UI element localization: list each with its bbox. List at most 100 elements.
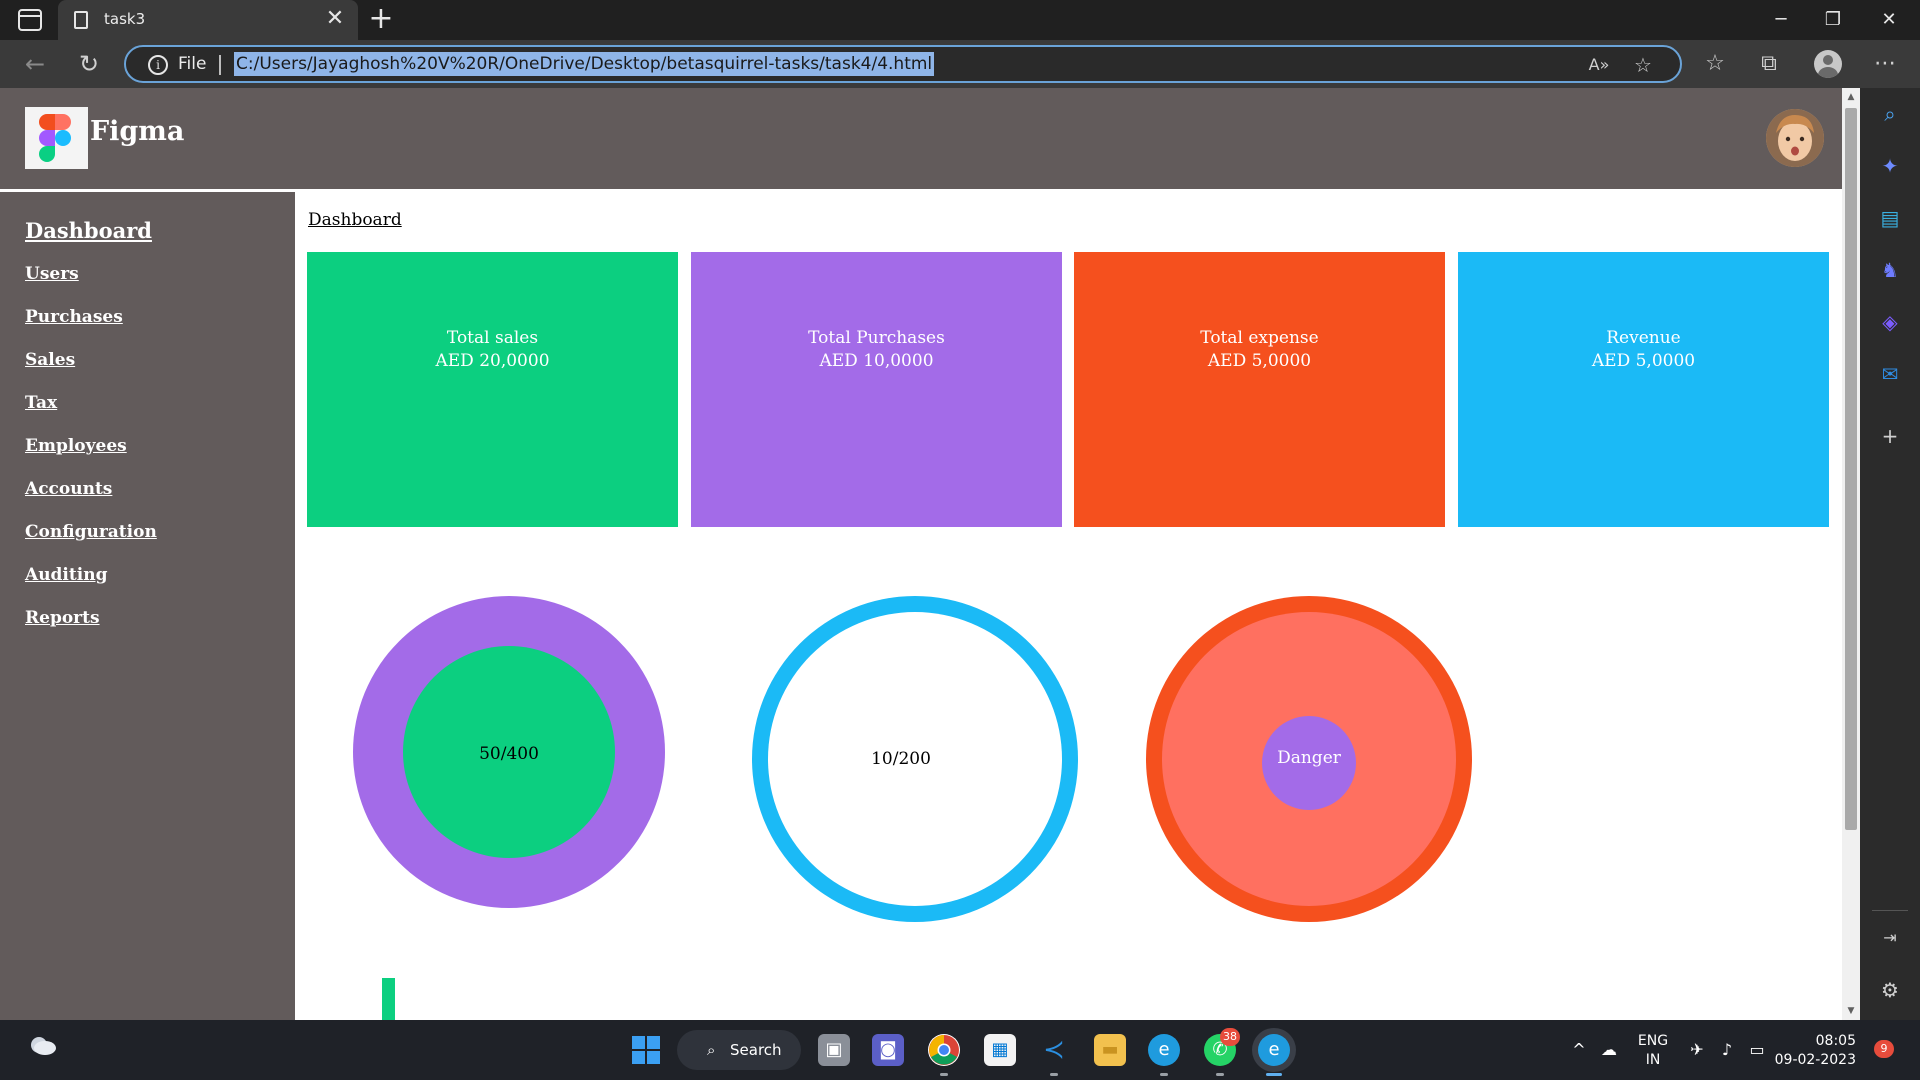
- settings-icon[interactable]: ⚙: [1876, 976, 1904, 1004]
- close-window-icon[interactable]: ✕: [1866, 4, 1912, 36]
- ring-label: Danger: [1277, 748, 1341, 768]
- sidebar-item-accounts[interactable]: Accounts: [25, 479, 112, 499]
- weather-icon[interactable]: [28, 1032, 58, 1058]
- logo-shape: [39, 114, 55, 130]
- search-icon[interactable]: ⌕: [1876, 100, 1904, 128]
- sidebar-item-purchases[interactable]: Purchases: [25, 307, 123, 327]
- card-value: AED 5,0000: [1591, 351, 1696, 371]
- sidebar-item-configuration[interactable]: Configuration: [25, 522, 157, 542]
- card-value: AED 10,0000: [819, 351, 934, 371]
- scroll-up-icon[interactable]: ▲: [1842, 90, 1860, 104]
- airplane-icon[interactable]: ✈: [1686, 1040, 1708, 1059]
- search-label: Search: [730, 1041, 782, 1059]
- taskbar: ⌕ Search ▣ ◙ ▦ ≺ ▬ e ✆ 38 e ^ ☁ ENG IN ✈…: [0, 1020, 1920, 1080]
- sidebar-item-employees[interactable]: Employees: [25, 436, 127, 456]
- total-expense-card: Total expense AED 5,0000: [1074, 252, 1445, 527]
- file-explorer-icon[interactable]: ▬: [1094, 1034, 1126, 1066]
- logo-shape: [39, 146, 55, 162]
- running-indicator: [940, 1073, 948, 1076]
- scroll-down-icon[interactable]: ▼: [1842, 1004, 1860, 1018]
- browser-tab[interactable]: task3 ✕: [58, 0, 358, 40]
- breadcrumb[interactable]: Dashboard: [308, 210, 402, 230]
- sidebar-dashboard-link[interactable]: Dashboard: [25, 218, 152, 243]
- vscode-icon[interactable]: ≺: [1038, 1034, 1070, 1066]
- total-purchases-card: Total Purchases AED 10,0000: [691, 252, 1062, 527]
- card-title: Total Purchases: [808, 328, 945, 348]
- running-indicator: [1216, 1073, 1224, 1076]
- rail-divider: [1872, 910, 1908, 911]
- chevron-up-icon[interactable]: ^: [1568, 1040, 1590, 1059]
- battery-icon[interactable]: ▭: [1746, 1040, 1768, 1059]
- avatar-image: [1766, 109, 1824, 167]
- scroll-thumb[interactable]: [1845, 108, 1857, 830]
- shopping-icon[interactable]: ▤: [1876, 204, 1904, 232]
- url-text[interactable]: C:/Users/Jayaghosh%20V%20R/OneDrive/Desk…: [234, 52, 935, 76]
- page-icon: [74, 11, 88, 29]
- favorites-icon[interactable]: ☆: [1698, 48, 1732, 80]
- page-viewport: Figma Dashboard Users Purchases Sales Ta…: [0, 88, 1842, 1020]
- address-separator: [219, 55, 221, 75]
- hide-sidebar-icon[interactable]: ⇥: [1876, 924, 1904, 952]
- figma-logo[interactable]: [25, 107, 88, 169]
- start-tile: [632, 1036, 645, 1049]
- notification-badge[interactable]: 9: [1874, 1040, 1894, 1058]
- sidebar-item-auditing[interactable]: Auditing: [25, 565, 107, 585]
- cloud-icon[interactable]: ☁: [1598, 1040, 1620, 1059]
- clock-time[interactable]: 08:05: [1780, 1032, 1856, 1050]
- search-icon: ⌕: [707, 1041, 716, 1059]
- start-icon[interactable]: [632, 1036, 660, 1064]
- page-scrollbar[interactable]: ▲ ▼: [1842, 88, 1860, 1020]
- back-icon[interactable]: ←: [18, 48, 52, 80]
- copilot-icon[interactable]: ✦: [1876, 152, 1904, 180]
- sidebar-item-sales[interactable]: Sales: [25, 350, 75, 370]
- address-toolbar: ← ↻ i File C:/Users/Jayaghosh%20V%20R/On…: [0, 40, 1920, 88]
- start-tile: [647, 1036, 660, 1049]
- sidebar-item-tax[interactable]: Tax: [25, 393, 57, 413]
- running-indicator: [1050, 1073, 1058, 1076]
- task-view-icon[interactable]: ▣: [818, 1034, 850, 1066]
- minimize-icon[interactable]: ─: [1758, 4, 1804, 36]
- address-bar[interactable]: i File C:/Users/Jayaghosh%20V%20R/OneDri…: [124, 45, 1682, 83]
- ring-label: 50/400: [479, 744, 539, 764]
- clock-date[interactable]: 09-02-2023: [1774, 1051, 1856, 1069]
- sidebar-item-users[interactable]: Users: [25, 264, 79, 284]
- volume-icon[interactable]: ♪: [1716, 1040, 1738, 1059]
- collections-icon[interactable]: ⧉: [1752, 48, 1786, 80]
- refresh-icon[interactable]: ↻: [72, 48, 106, 80]
- new-tab-icon[interactable]: +: [366, 2, 396, 36]
- edge-sidebar: ⌕ ✦ ▤ ♞ ◈ ✉ + ⇥ ⚙: [1860, 88, 1920, 1020]
- chrome-icon[interactable]: [928, 1034, 960, 1066]
- page-header: Figma: [0, 88, 1842, 189]
- store-icon[interactable]: ▦: [984, 1034, 1016, 1066]
- tab-actions-icon[interactable]: [18, 9, 42, 31]
- start-tile: [647, 1051, 660, 1064]
- edge-active-icon[interactable]: e: [1258, 1034, 1290, 1066]
- card-value: AED 5,0000: [1207, 351, 1312, 371]
- sidebar-item-reports[interactable]: Reports: [25, 608, 100, 628]
- office-icon[interactable]: ◈: [1876, 308, 1904, 336]
- language-primary[interactable]: ENG: [1628, 1032, 1678, 1050]
- card-value: AED 20,0000: [435, 351, 550, 371]
- close-tab-icon[interactable]: ✕: [322, 6, 348, 32]
- profile-icon[interactable]: [1814, 50, 1842, 78]
- games-icon[interactable]: ♞: [1876, 256, 1904, 284]
- file-label: File: [178, 54, 207, 74]
- tab-title: task3: [104, 10, 146, 28]
- language-secondary[interactable]: IN: [1628, 1051, 1678, 1069]
- ring-label: 10/200: [871, 749, 931, 769]
- card-title: Revenue: [1606, 328, 1681, 348]
- edge-icon[interactable]: e: [1148, 1034, 1180, 1066]
- teams-chat-icon[interactable]: ◙: [872, 1034, 904, 1066]
- add-favorite-icon[interactable]: ☆: [1630, 52, 1656, 78]
- more-options-icon[interactable]: ⋯: [1868, 48, 1902, 80]
- user-avatar[interactable]: [1766, 109, 1824, 167]
- info-icon[interactable]: i: [148, 55, 168, 75]
- active-indicator: [1266, 1073, 1282, 1076]
- taskbar-search[interactable]: ⌕ Search: [677, 1030, 801, 1070]
- restore-icon[interactable]: ❐: [1810, 4, 1856, 36]
- outlook-icon[interactable]: ✉: [1876, 360, 1904, 388]
- read-aloud-icon[interactable]: A»: [1586, 52, 1612, 78]
- browser-tab-bar: task3 ✕ + ─ ❐ ✕: [0, 0, 1920, 40]
- add-icon[interactable]: +: [1876, 422, 1904, 450]
- logo-shape: [39, 130, 55, 146]
